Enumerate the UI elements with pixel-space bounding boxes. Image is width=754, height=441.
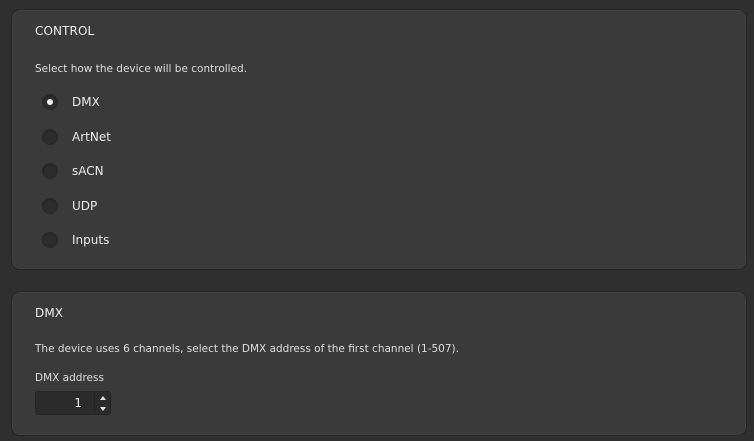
radio-label-dmx: DMX — [72, 95, 100, 109]
control-title: CONTROL — [35, 24, 95, 38]
radio-option-sacn[interactable]: sACN — [42, 161, 104, 181]
radio-label-artnet: ArtNet — [72, 130, 111, 144]
radio-label-sacn: sACN — [72, 164, 104, 178]
radio-button-artnet[interactable] — [42, 129, 58, 145]
radio-selected-dot — [47, 99, 53, 105]
dmx-title: DMX — [35, 306, 64, 320]
radio-label-udp: UDP — [72, 199, 98, 213]
control-description: Select how the device will be controlled… — [35, 63, 248, 75]
radio-option-dmx[interactable]: DMX — [42, 92, 100, 112]
increment-button[interactable] — [95, 392, 110, 403]
settings-window: CONTROL Select how the device will be co… — [0, 0, 754, 441]
radio-option-artnet[interactable]: ArtNet — [42, 127, 111, 147]
dmx-address-label: DMX address — [35, 372, 104, 384]
radio-button-inputs[interactable] — [42, 232, 58, 248]
radio-button-sacn[interactable] — [42, 163, 58, 179]
radio-option-inputs[interactable]: Inputs — [42, 230, 109, 250]
dmx-address-spinbox[interactable] — [35, 391, 111, 415]
radio-option-udp[interactable]: UDP — [42, 196, 97, 216]
radio-label-inputs: Inputs — [72, 233, 110, 247]
radio-button-dmx[interactable] — [42, 94, 58, 110]
dmx-panel: DMX The device uses 6 channels, select t… — [11, 291, 747, 436]
dmx-description: The device uses 6 channels, select the D… — [35, 343, 459, 355]
arrow-up-icon — [99, 395, 106, 400]
dmx-address-input[interactable] — [36, 392, 94, 414]
decrement-button[interactable] — [95, 403, 110, 414]
arrow-down-icon — [99, 406, 106, 411]
control-panel: CONTROL Select how the device will be co… — [11, 9, 747, 270]
spin-buttons — [94, 392, 110, 414]
radio-button-udp[interactable] — [42, 198, 58, 214]
